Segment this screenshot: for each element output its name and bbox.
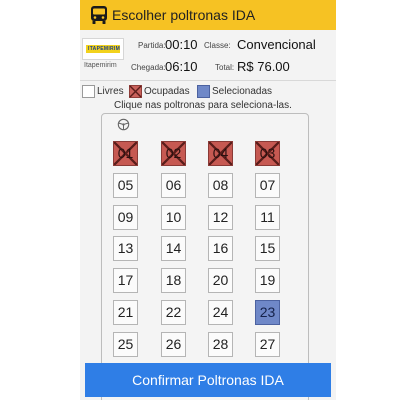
- seat-03: 03: [255, 141, 280, 166]
- seat-27[interactable]: 27: [255, 332, 280, 357]
- company-logo: ITAPEMIRIM: [82, 38, 124, 60]
- right-margin: [336, 0, 400, 400]
- total-value: R$ 76.00: [237, 59, 290, 74]
- logo-text: ITAPEMIRIM: [88, 46, 121, 52]
- seat-11[interactable]: 11: [255, 205, 280, 230]
- seat-16[interactable]: 16: [208, 236, 233, 261]
- seat-12[interactable]: 12: [208, 205, 233, 230]
- seat-24[interactable]: 24: [208, 300, 233, 325]
- seat-19[interactable]: 19: [255, 268, 280, 293]
- bus-icon: [91, 6, 107, 24]
- seat-06[interactable]: 06: [161, 173, 186, 198]
- seat-selection-screen: Escolher poltronas IDA ITAPEMIRIM Itapem…: [80, 0, 336, 400]
- seat-22[interactable]: 22: [161, 300, 186, 325]
- legend-selected-swatch: [197, 85, 210, 98]
- seat-01: 01: [113, 141, 138, 166]
- seat-23[interactable]: 23: [255, 300, 280, 325]
- seat-15[interactable]: 15: [255, 236, 280, 261]
- class-value: Convencional: [237, 37, 316, 52]
- seat-10[interactable]: 10: [161, 205, 186, 230]
- seat-17[interactable]: 17: [113, 268, 138, 293]
- company-name: Itapemirim: [84, 62, 117, 69]
- class-label: Classe:: [204, 41, 231, 50]
- total-label: Total:: [215, 63, 235, 72]
- departure-label: Partida:: [138, 41, 166, 50]
- trip-info: ITAPEMIRIM Itapemirim Partida: 00:10 Cla…: [80, 30, 336, 80]
- left-margin: [0, 0, 80, 400]
- steering-wheel-icon: [117, 118, 130, 131]
- departure-time: 00:10: [165, 37, 198, 52]
- legend-selected-label: Selecionadas: [212, 86, 273, 97]
- cross-icon: [129, 85, 142, 98]
- legend-free-label: Livres: [97, 86, 124, 97]
- legend-free-swatch: [82, 85, 95, 98]
- instructions-text: Clique nas poltronas para seleciona-las.: [114, 100, 292, 111]
- legend-occupied-label: Ocupadas: [144, 86, 190, 97]
- seat-21[interactable]: 21: [113, 300, 138, 325]
- seat-18[interactable]: 18: [161, 268, 186, 293]
- app-header: Escolher poltronas IDA: [80, 0, 336, 30]
- seat-25[interactable]: 25: [113, 332, 138, 357]
- arrival-time: 06:10: [165, 59, 198, 74]
- seat-13[interactable]: 13: [113, 236, 138, 261]
- seat-04: 04: [208, 141, 233, 166]
- seat-07[interactable]: 07: [255, 173, 280, 198]
- seat-02: 02: [161, 141, 186, 166]
- seat-08[interactable]: 08: [208, 173, 233, 198]
- screen-title: Escolher poltronas IDA: [112, 7, 256, 23]
- seat-26[interactable]: 26: [161, 332, 186, 357]
- seat-14[interactable]: 14: [161, 236, 186, 261]
- seat-09[interactable]: 09: [113, 205, 138, 230]
- confirm-seats-button[interactable]: Confirmar Poltronas IDA: [85, 363, 331, 397]
- legend-occupied-swatch: [129, 85, 142, 98]
- seat-05[interactable]: 05: [113, 173, 138, 198]
- divider: [80, 80, 336, 81]
- seat-20[interactable]: 20: [208, 268, 233, 293]
- seat-28[interactable]: 28: [208, 332, 233, 357]
- arrival-label: Chegada:: [131, 63, 166, 72]
